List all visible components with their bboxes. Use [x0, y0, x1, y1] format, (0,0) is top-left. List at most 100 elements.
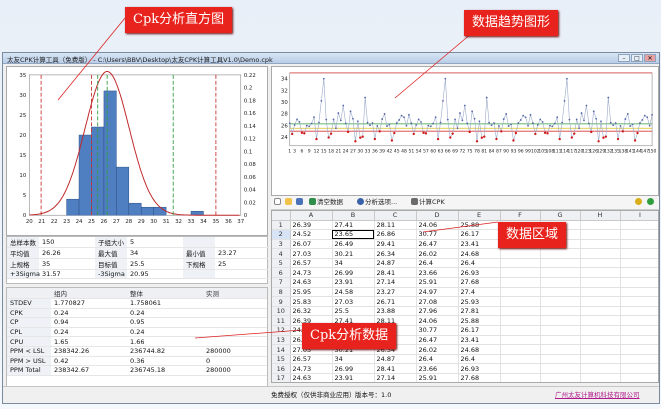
grid-cell[interactable] [580, 267, 621, 279]
grid-cell[interactable] [500, 344, 541, 355]
grid-cell[interactable] [580, 315, 621, 327]
grid-cell[interactable]: 25.91 [416, 373, 459, 382]
grid-cell[interactable] [500, 277, 541, 288]
grid-cell[interactable]: 27.14 [374, 277, 417, 288]
grid-cell[interactable]: 24.68 [458, 344, 501, 355]
grid-cell[interactable]: 26.17 [458, 325, 501, 336]
grid-cell[interactable] [540, 315, 581, 327]
grid-cell[interactable] [540, 363, 581, 374]
grid-cell[interactable] [540, 344, 581, 355]
grid-cell[interactable]: 25.95 [290, 287, 333, 298]
grid-cell[interactable] [580, 373, 621, 382]
grid-cell[interactable] [620, 335, 658, 346]
grid-cell[interactable] [540, 277, 581, 288]
row-header[interactable]: 12 [272, 325, 291, 336]
row-header[interactable]: 11 [272, 315, 291, 327]
grid-cell[interactable] [540, 258, 581, 269]
grid-cell[interactable]: 34 [332, 354, 375, 365]
grid-cell[interactable] [540, 287, 581, 298]
row-header[interactable]: 4 [272, 248, 291, 259]
grid-cell[interactable]: 26.57 [290, 354, 333, 365]
grid-cell[interactable]: 26.93 [458, 267, 501, 279]
grid-cell[interactable] [620, 325, 658, 336]
grid-cell[interactable]: 24.06 [416, 315, 459, 327]
grid-cell[interactable]: 26.4 [416, 258, 459, 269]
row-header[interactable]: 13 [272, 335, 291, 346]
grid-cell[interactable]: 26.99 [332, 363, 375, 374]
grid-cell[interactable] [500, 335, 541, 346]
row-header[interactable]: 14 [272, 344, 291, 355]
grid-cell[interactable]: 23.65 [332, 229, 375, 240]
grid-cell[interactable] [500, 287, 541, 298]
grid-cell[interactable]: 27.14 [374, 373, 417, 382]
grid-cell[interactable]: 26.4 [416, 354, 459, 365]
info-icon[interactable] [647, 198, 655, 207]
grid-cell[interactable]: 27.03 [332, 296, 375, 307]
grid-cell[interactable] [580, 354, 621, 365]
grid-cell[interactable] [580, 248, 621, 259]
grid-cell[interactable]: 26.47 [416, 239, 459, 250]
grid-cell[interactable]: 28.11 [374, 220, 417, 231]
grid-cell[interactable]: 24.97 [416, 287, 459, 298]
grid-cell[interactable] [620, 248, 658, 259]
row-header[interactable]: 9 [272, 296, 291, 307]
grid-cell[interactable] [500, 325, 541, 336]
grid-cell[interactable]: 24.87 [374, 258, 417, 269]
grid-cell[interactable] [540, 354, 581, 365]
grid-cell[interactable]: 27.08 [416, 296, 459, 307]
grid-cell[interactable] [500, 267, 541, 279]
row-header[interactable]: 1 [272, 220, 291, 231]
grid-cell[interactable] [500, 363, 541, 374]
column-header[interactable]: H [580, 211, 621, 221]
grid-cell[interactable]: 24.73 [290, 267, 333, 279]
grid-cell[interactable]: 26.02 [416, 344, 459, 355]
grid-cell[interactable]: 27.4 [458, 287, 501, 298]
grid-cell[interactable] [540, 267, 581, 279]
grid-cell[interactable]: 30.77 [416, 229, 459, 240]
grid-cell[interactable]: 26.49 [332, 239, 375, 250]
grid-cell[interactable]: 24.63 [290, 373, 333, 382]
grid-cell[interactable] [580, 363, 621, 374]
grid-cell[interactable] [580, 344, 621, 355]
grid-cell[interactable]: 26.07 [290, 239, 333, 250]
grid-cell[interactable]: 23.91 [332, 373, 375, 382]
new-icon[interactable] [274, 198, 282, 207]
grid-cell[interactable] [620, 287, 658, 298]
grid-cell[interactable] [620, 363, 658, 374]
help-icon[interactable] [635, 198, 643, 207]
calculate-cpk-button[interactable]: 计算CPK [411, 198, 445, 207]
grid-cell[interactable]: 30.77 [416, 325, 459, 336]
grid-cell[interactable] [620, 315, 658, 327]
grid-cell[interactable] [500, 315, 541, 327]
grid-cell[interactable] [500, 258, 541, 269]
row-header[interactable]: 10 [272, 306, 291, 317]
grid-cell[interactable]: 27.03 [290, 248, 333, 259]
grid-cell[interactable] [540, 325, 581, 336]
grid-cell[interactable]: 23.88 [374, 306, 417, 317]
grid-cell[interactable]: 27.41 [332, 220, 375, 231]
grid-cell[interactable]: 27.81 [458, 306, 501, 317]
grid-cell[interactable]: 25.91 [416, 277, 459, 288]
grid-cell[interactable] [500, 296, 541, 307]
grid-cell[interactable]: 34 [332, 258, 375, 269]
grid-cell[interactable] [620, 267, 658, 279]
grid-cell[interactable]: 23.27 [374, 287, 417, 298]
grid-cell[interactable] [580, 277, 621, 288]
grid-cell[interactable]: 23.41 [458, 335, 501, 346]
grid-cell[interactable] [540, 306, 581, 317]
maximize-button[interactable]: □ [631, 54, 643, 62]
grid-cell[interactable]: 26.57 [290, 258, 333, 269]
grid-cell[interactable] [580, 287, 621, 298]
grid-cell[interactable] [540, 373, 581, 382]
grid-cell[interactable]: 28.41 [374, 267, 417, 279]
grid-cell[interactable]: 26.4 [458, 258, 501, 269]
row-header[interactable]: 17 [272, 373, 291, 382]
grid-cell[interactable]: 25.88 [458, 315, 501, 327]
grid-cell[interactable] [540, 248, 581, 259]
row-header[interactable]: 5 [272, 258, 291, 269]
grid-cell[interactable] [500, 248, 541, 259]
row-header[interactable]: 8 [272, 287, 291, 298]
grid-cell[interactable] [580, 258, 621, 269]
row-header[interactable]: 7 [272, 277, 291, 288]
column-header[interactable]: I [620, 211, 658, 221]
